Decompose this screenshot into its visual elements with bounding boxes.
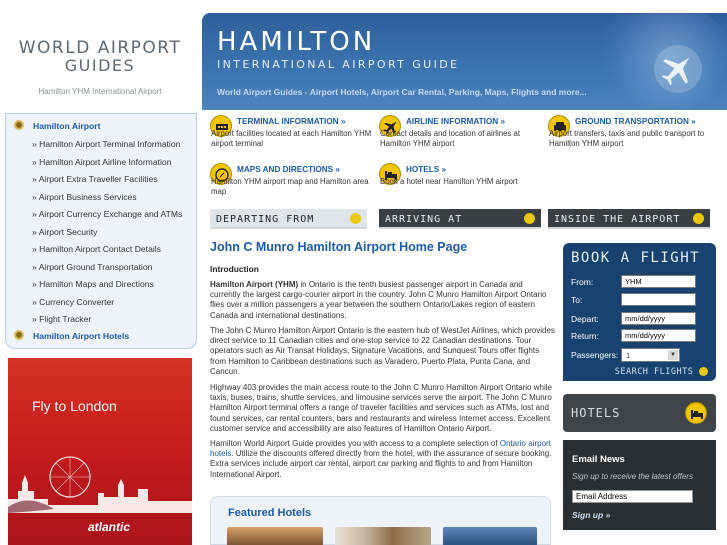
nav-item-terminal[interactable]: » Hamilton Airport Terminal Information <box>6 136 198 153</box>
category-maps[interactable]: MAPS AND DIRECTIONS » Hamilton YHM airpo… <box>210 163 378 203</box>
nav-item-airline[interactable]: » Hamilton Airport Airline Information <box>6 154 198 171</box>
hotel-thumbnail[interactable] <box>227 527 323 545</box>
arrow-dot-icon <box>524 213 535 224</box>
page-title: John C Munro Hamilton Airport Home Page <box>210 240 468 254</box>
nav-item-business[interactable]: » Airport Business Services <box>6 189 198 206</box>
ad-text: Fly to London <box>32 398 117 414</box>
category-terminal-desc: Airport facilities located at each Hamil… <box>211 129 372 148</box>
nav-item-currency-converter[interactable]: » Currency Converter <box>6 294 198 311</box>
bullet-icon <box>14 330 24 340</box>
header-banner: HAMILTON INTERNATIONAL AIRPORT GUIDE Wor… <box>202 13 727 110</box>
email-signup-panel: Email News Sign up to receive the latest… <box>563 440 716 530</box>
bullet-icon <box>14 120 24 130</box>
chevron-down-icon: ▼ <box>668 350 678 360</box>
nav-item-security[interactable]: » Airport Security <box>6 224 198 241</box>
from-input[interactable]: YHM <box>621 275 696 288</box>
nav-item-flight-tracker[interactable]: » Flight Tracker <box>6 311 198 328</box>
return-label: Return: <box>571 331 599 341</box>
london-skyline-image <box>8 456 192 513</box>
hotels-widget[interactable]: HOTELS <box>563 394 716 432</box>
book-flight-panel: BOOK A FLIGHT From: YHM To: Depart: mm/d… <box>563 243 716 381</box>
email-input[interactable]: Email Address <box>572 490 693 503</box>
passengers-label: Passengers: <box>571 350 619 360</box>
category-airline-link[interactable]: AIRLINE INFORMATION » <box>406 117 505 127</box>
depart-date-input[interactable]: mm/dd/yyyy <box>621 312 696 325</box>
category-maps-link[interactable]: MAPS AND DIRECTIONS » <box>237 165 340 175</box>
article-paragraph-3: Highway 403 provides the main access rou… <box>210 383 552 433</box>
nav-item-maps[interactable]: » Hamilton Maps and Directions <box>6 276 198 293</box>
category-maps-desc: Hamilton YHM airport map and Hamilton ar… <box>211 177 369 196</box>
category-airline[interactable]: AIRLINE INFORMATION » Contact details an… <box>379 115 544 155</box>
return-date-input[interactable]: mm/dd/yyyy <box>621 329 696 342</box>
header-tagline: World Airport Guides - Airport Hotels, A… <box>217 87 587 97</box>
search-flights-button[interactable]: SEARCH FLIGHTS <box>615 367 708 377</box>
header-title: HAMILTON <box>217 27 376 57</box>
book-flight-title: BOOK A FLIGHT <box>571 250 701 266</box>
intro-heading: Introduction <box>210 264 259 274</box>
arrow-dot-icon <box>693 213 704 224</box>
logo-subtitle: Hamilton YHM International Airport <box>38 87 162 96</box>
site-logo[interactable]: WORLD AIRPORT GUIDES Hamilton YHM Intern… <box>0 0 200 112</box>
logo-line-1: WORLD AIRPORT <box>18 38 182 58</box>
depart-label: Depart: <box>571 314 599 324</box>
nav-item-currency-exchange[interactable]: » Airport Currency Exchange and ATMs <box>6 206 198 223</box>
article-paragraph-2: The John C Munro Hamilton Airport Ontari… <box>210 326 555 376</box>
signup-link[interactable]: Sign up » <box>572 510 610 520</box>
tab-inside-the-airport[interactable]: INSIDE THE AIRPORT <box>548 209 710 229</box>
email-title: Email News <box>572 454 625 465</box>
plane-logo-icon <box>654 45 702 93</box>
to-label: To: <box>571 295 583 305</box>
nav-item-facilities[interactable]: » Airport Extra Traveller Facilities <box>6 171 198 188</box>
category-hotels-desc: Book a hotel near Hamilton YHM airport <box>380 177 518 186</box>
ad-banner[interactable]: Fly to London atlantic <box>8 358 192 545</box>
article-paragraph-4: Hamilton World Airport Guide provides yo… <box>210 439 552 479</box>
from-label: From: <box>571 277 594 287</box>
category-ground[interactable]: GROUND TRANSPORTATION » Airport transfer… <box>548 115 718 155</box>
nav-item-hamilton-airport[interactable]: Hamilton Airport <box>6 118 198 135</box>
tab-arriving-at[interactable]: ARRIVING AT <box>379 209 541 229</box>
sidebar-nav: Hamilton Airport » Hamilton Airport Term… <box>5 113 197 349</box>
ad-brand: atlantic <box>88 520 131 534</box>
nav-item-contact[interactable]: » Hamilton Airport Contact Details <box>6 241 198 258</box>
hotel-thumbnail[interactable] <box>443 527 537 545</box>
category-hotels[interactable]: HOTELS » Book a hotel near Hamilton YHM … <box>379 163 544 203</box>
nav-item-ground-transport[interactable]: » Airport Ground Transportation <box>6 259 198 276</box>
category-airline-desc: Contact details and location of airlines… <box>380 129 520 148</box>
hotel-thumbnail[interactable] <box>335 527 431 545</box>
header-subtitle: INTERNATIONAL AIRPORT GUIDE <box>217 58 460 71</box>
category-hotels-link[interactable]: HOTELS » <box>406 165 446 175</box>
bed-icon <box>685 402 707 424</box>
email-desc: Sign up to receive the latest offers <box>572 472 693 481</box>
featured-hotels: Featured Hotels <box>210 496 551 545</box>
hotels-widget-title: HOTELS <box>571 406 621 420</box>
arrow-dot-icon <box>699 367 708 376</box>
passengers-select[interactable]: 1 ▼ <box>621 348 680 362</box>
logo-line-2: GUIDES <box>64 56 136 75</box>
category-ground-link[interactable]: GROUND TRANSPORTATION » <box>575 117 696 127</box>
featured-hotels-title: Featured Hotels <box>228 507 312 519</box>
arrow-dot-icon <box>350 213 361 224</box>
tab-departing-from[interactable]: DEPARTING FROM <box>210 209 367 229</box>
article-paragraph-1: Hamilton Airport (YHM) in Ontario is the… <box>210 280 547 320</box>
category-ground-desc: Airport transfers, taxis and public tran… <box>549 129 705 148</box>
category-terminal[interactable]: TERMINAL INFORMATION » Airport facilitie… <box>210 115 378 155</box>
category-terminal-link[interactable]: TERMINAL INFORMATION » <box>237 117 345 127</box>
to-input[interactable] <box>621 293 696 306</box>
nav-item-hotels[interactable]: Hamilton Airport Hotels <box>6 328 198 345</box>
